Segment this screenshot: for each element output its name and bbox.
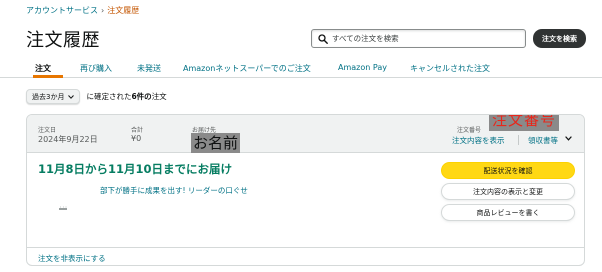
order-card-header: 注文日 2024年9月22日 合計 ¥0 お届け先 お名前 注文番号 注文番号 … <box>27 115 584 153</box>
order-count-text: に確定された6件の注文 <box>86 91 166 102</box>
order-card-footer: 注文を非表示にする <box>27 247 584 265</box>
chevron-down-icon[interactable] <box>565 136 572 141</box>
product-thumbnail[interactable] <box>53 199 73 219</box>
search-icon <box>318 34 328 44</box>
order-number-label: 注文番号 <box>457 127 482 134</box>
header-link-divider <box>518 135 519 145</box>
receipt-link[interactable]: 領収書等 <box>528 135 558 146</box>
tab-not-shipped[interactable]: 未発送 <box>137 63 161 74</box>
order-count-prefix: に確定された <box>86 92 132 101</box>
order-tabs: 注文 再び購入 未発送 Amazonネットスーパーでのご注文 Amazon Pa… <box>0 58 602 78</box>
tab-orders[interactable]: 注文 <box>35 63 51 74</box>
order-date-value: 2024年9月22日 <box>38 135 98 144</box>
hide-order-link[interactable]: 注文を非表示にする <box>38 253 106 264</box>
search-orders-button[interactable]: 注文を検索 <box>533 29 586 48</box>
product-title-link[interactable]: 部下が勝手に成果を出す! リーダーの口ぐせ <box>100 185 248 196</box>
order-search-box[interactable] <box>311 29 526 48</box>
breadcrumb-account-service-link[interactable]: アカウントサービス <box>26 6 98 15</box>
ship-to-redacted-name: お名前 <box>191 133 241 153</box>
breadcrumb-separator: › <box>101 6 105 15</box>
order-card: 注文日 2024年9月22日 合計 ¥0 お届け先 お名前 注文番号 注文番号 … <box>26 114 585 266</box>
order-count-value: 6件の <box>131 92 152 101</box>
chevron-down-icon <box>68 94 75 99</box>
tab-cancelled[interactable]: キャンセルされた注文 <box>410 63 490 74</box>
order-filter-row: 過去3か月 に確定された6件の注文 <box>26 89 167 104</box>
tab-net-super[interactable]: Amazonネットスーパーでのご注文 <box>183 63 311 74</box>
view-change-order-button[interactable]: 注文内容の表示と変更 <box>441 183 575 200</box>
order-details-link[interactable]: 注文内容を表示 <box>452 135 505 146</box>
order-number-redacted: 注文番号 <box>489 115 560 131</box>
breadcrumb-current: 注文履歴 <box>107 6 140 15</box>
period-dropdown-value: 過去3か月 <box>32 92 65 101</box>
order-date-label: 注文日 <box>38 127 57 134</box>
page-title: 注文履歴 <box>26 30 100 51</box>
tab-amazon-pay[interactable]: Amazon Pay <box>338 63 387 72</box>
order-count-suffix: 注文 <box>151 92 167 101</box>
period-dropdown[interactable]: 過去3か月 <box>26 89 81 104</box>
active-tab-indicator <box>33 75 63 78</box>
order-total-label: 合計 <box>131 127 144 134</box>
track-package-button[interactable]: 配送状況を確認 <box>441 162 575 179</box>
write-review-button[interactable]: 商品レビューを書く <box>441 204 575 221</box>
breadcrumb: アカウントサービス › 注文履歴 <box>26 5 139 16</box>
delivery-window-title: 11月8日から11月10日までにお届け <box>38 162 233 176</box>
search-input[interactable] <box>332 32 522 45</box>
order-total-value: ¥0 <box>131 134 142 143</box>
tab-buy-again[interactable]: 再び購入 <box>80 63 112 74</box>
